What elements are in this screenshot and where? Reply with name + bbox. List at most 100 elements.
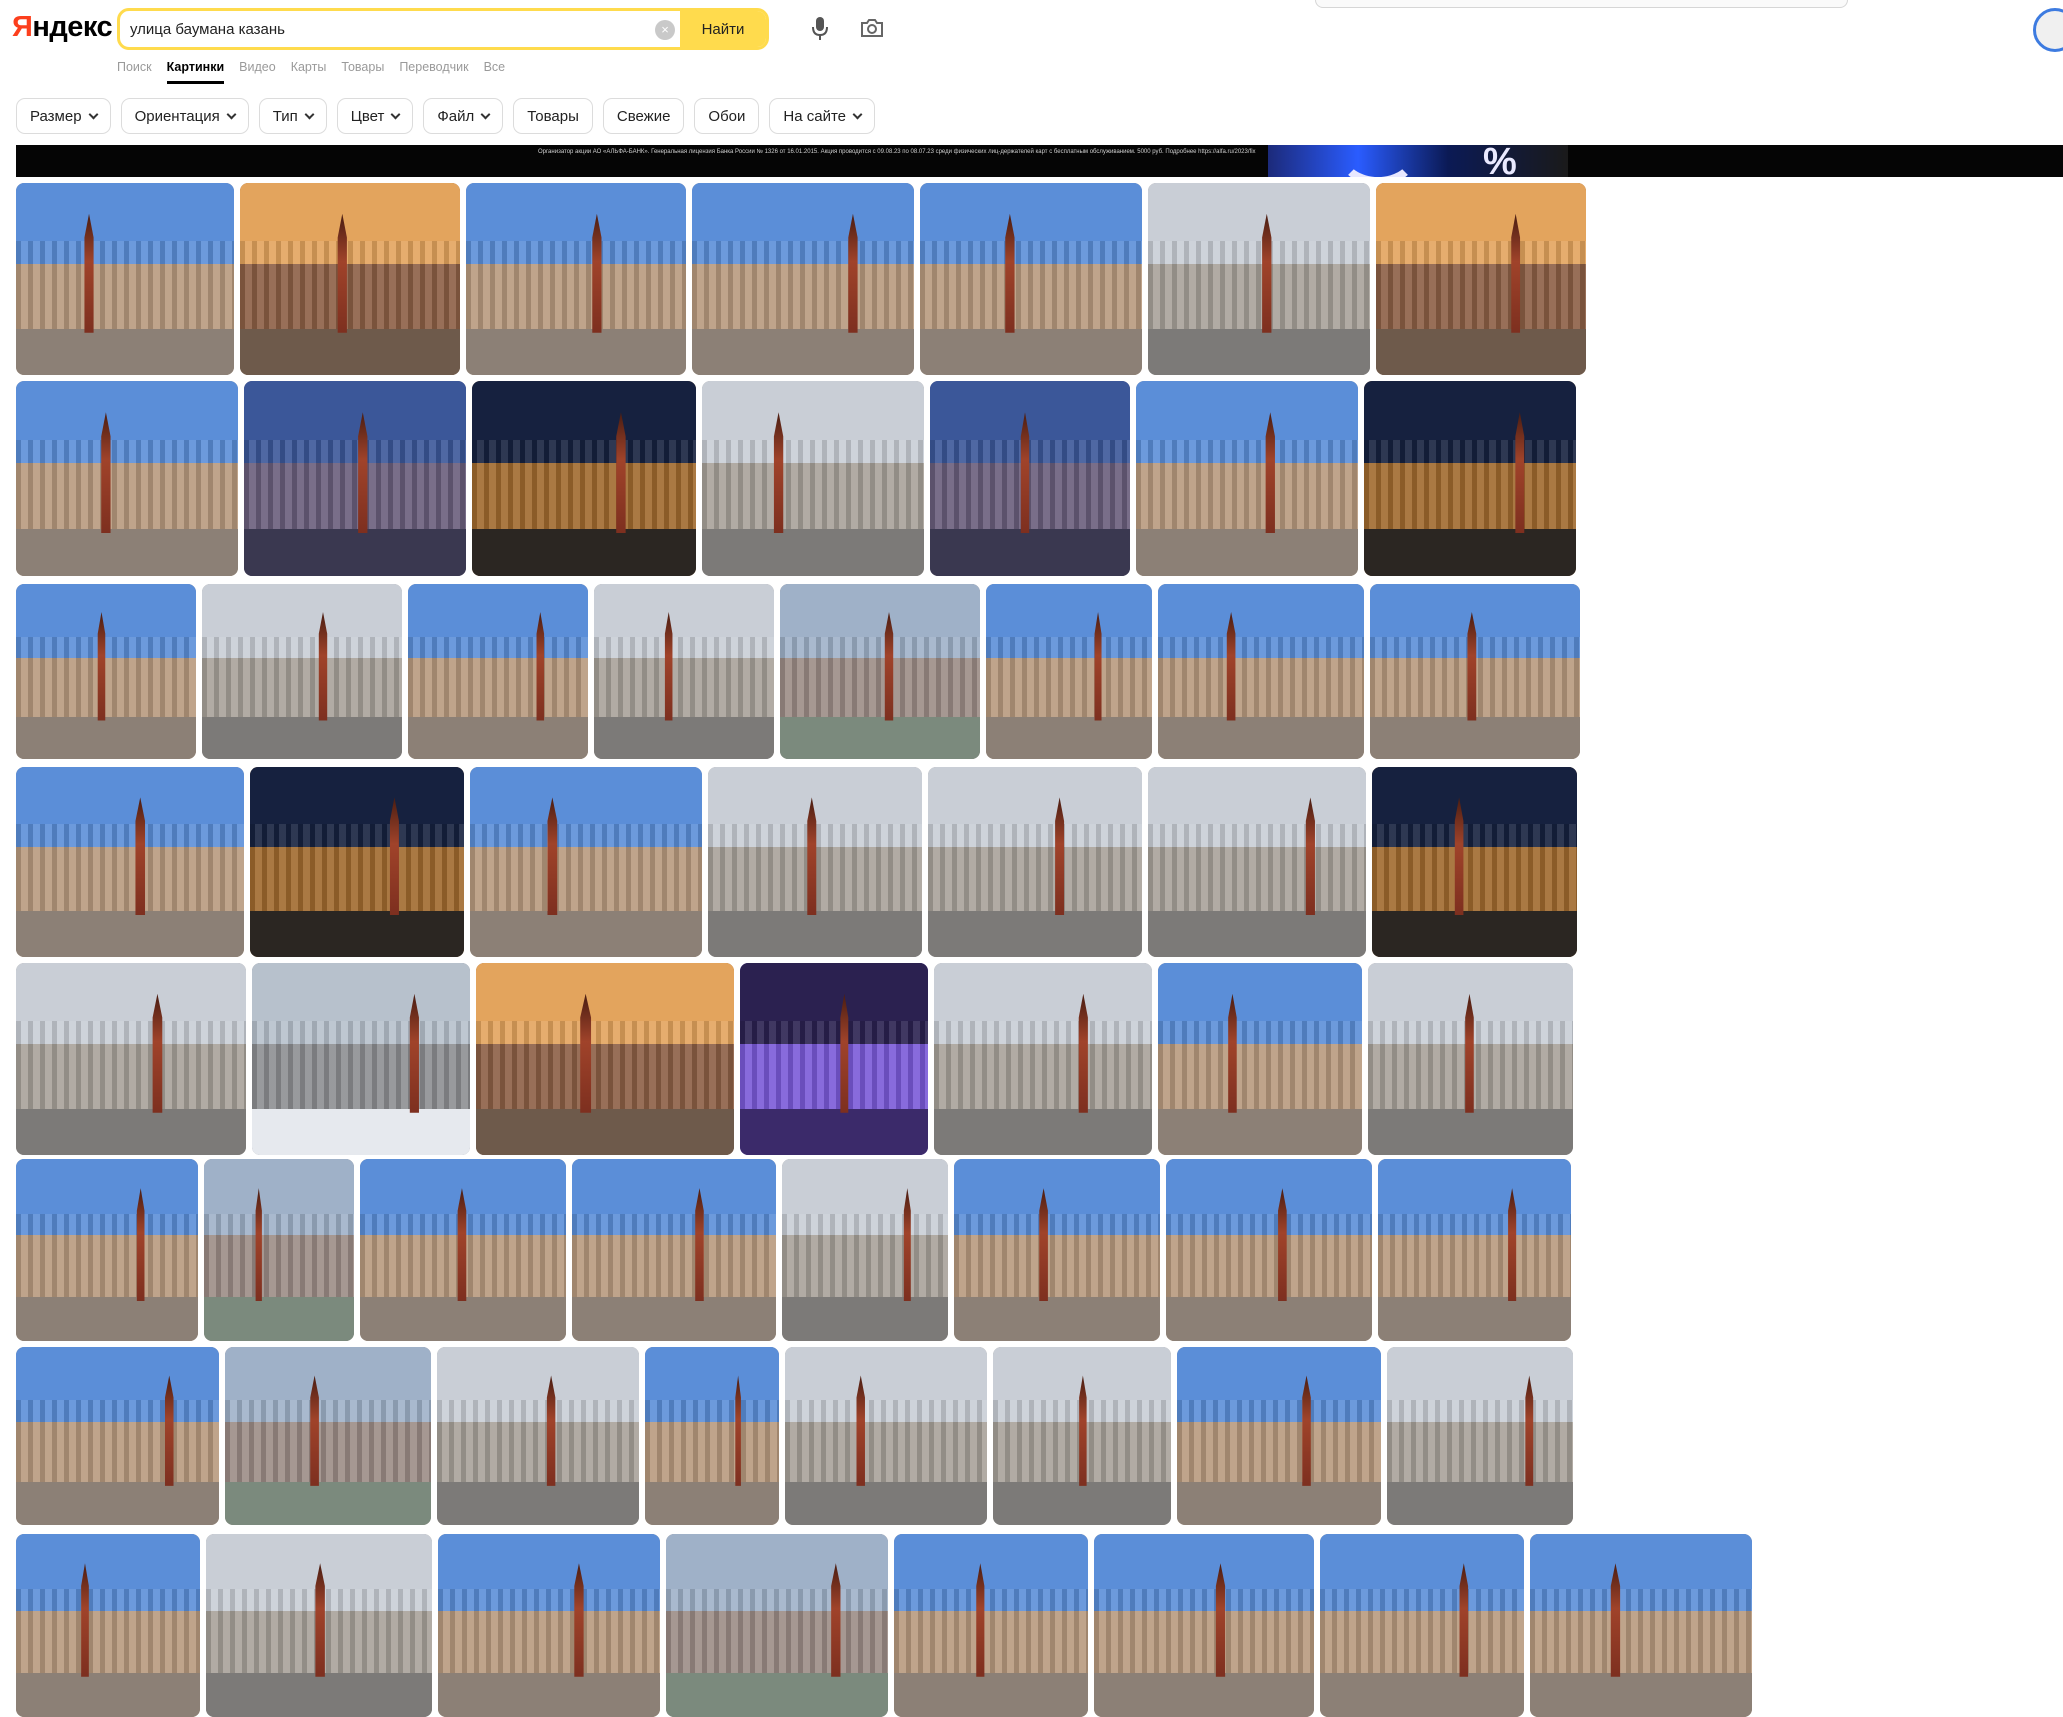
image-street — [702, 529, 924, 576]
image-result[interactable] — [16, 1159, 198, 1341]
image-result[interactable] — [1148, 183, 1370, 375]
image-result[interactable] — [202, 584, 402, 759]
image-result[interactable] — [1177, 1347, 1381, 1525]
image-street — [740, 1108, 928, 1155]
image-result[interactable] — [1376, 183, 1586, 375]
image-result[interactable] — [472, 381, 696, 576]
image-buildings — [934, 1020, 1152, 1113]
image-result[interactable] — [594, 584, 774, 759]
image-result[interactable] — [894, 1534, 1088, 1717]
image-result[interactable] — [16, 183, 234, 375]
image-street — [645, 1482, 779, 1525]
image-result[interactable] — [476, 963, 734, 1155]
image-street — [1378, 1297, 1571, 1341]
image-result[interactable] — [1530, 1534, 1752, 1717]
image-buildings — [16, 824, 244, 916]
image-result[interactable] — [692, 183, 914, 375]
image-result[interactable] — [204, 1159, 354, 1341]
image-buildings — [780, 636, 980, 721]
image-result[interactable] — [1378, 1159, 1571, 1341]
image-result[interactable] — [470, 767, 702, 957]
image-result[interactable] — [920, 183, 1142, 375]
image-buildings — [202, 636, 402, 721]
image-result[interactable] — [16, 584, 196, 759]
image-buildings — [252, 1020, 470, 1113]
image-buildings — [785, 1400, 987, 1486]
image-result[interactable] — [702, 381, 924, 576]
image-street — [408, 717, 588, 759]
image-result[interactable] — [1370, 584, 1580, 759]
image-result[interactable] — [16, 381, 238, 576]
image-street — [1136, 529, 1358, 576]
image-buildings — [930, 439, 1130, 534]
image-result[interactable] — [360, 1159, 566, 1341]
image-result[interactable] — [225, 1347, 431, 1525]
image-result[interactable] — [206, 1534, 432, 1717]
image-result[interactable] — [252, 963, 470, 1155]
image-result[interactable] — [1158, 584, 1364, 759]
image-result[interactable] — [780, 584, 980, 759]
image-buildings — [894, 1588, 1088, 1677]
image-street — [782, 1297, 948, 1341]
image-result[interactable] — [16, 1347, 219, 1525]
image-street — [780, 717, 980, 759]
image-result[interactable] — [986, 584, 1152, 759]
image-street — [1148, 911, 1366, 957]
image-street — [240, 328, 460, 375]
image-result[interactable] — [1368, 963, 1573, 1155]
image-street — [993, 1482, 1171, 1525]
image-result[interactable] — [466, 183, 686, 375]
image-result[interactable] — [1387, 1347, 1573, 1525]
image-buildings — [1387, 1400, 1573, 1486]
image-buildings — [740, 1020, 928, 1113]
image-street — [954, 1297, 1160, 1341]
image-result[interactable] — [572, 1159, 776, 1341]
image-result[interactable] — [1320, 1534, 1524, 1717]
image-result[interactable] — [244, 381, 466, 576]
image-result[interactable] — [708, 767, 922, 957]
image-buildings — [928, 824, 1142, 916]
image-result[interactable] — [408, 584, 588, 759]
image-street — [438, 1673, 660, 1717]
image-result[interactable] — [438, 1534, 660, 1717]
image-result[interactable] — [16, 1534, 200, 1717]
image-result[interactable] — [1372, 767, 1577, 957]
image-result[interactable] — [1136, 381, 1358, 576]
image-result[interactable] — [250, 767, 464, 957]
image-result[interactable] — [666, 1534, 888, 1717]
image-buildings — [204, 1213, 354, 1301]
image-street — [692, 328, 914, 375]
image-result[interactable] — [930, 381, 1130, 576]
image-street — [244, 529, 466, 576]
image-buildings — [1378, 1213, 1571, 1301]
image-street — [1166, 1297, 1372, 1341]
image-buildings — [594, 636, 774, 721]
image-result[interactable] — [16, 767, 244, 957]
image-result[interactable] — [954, 1159, 1160, 1341]
image-result[interactable] — [240, 183, 460, 375]
image-street — [1387, 1482, 1573, 1525]
image-buildings — [250, 824, 464, 916]
image-result[interactable] — [740, 963, 928, 1155]
image-result[interactable] — [1158, 963, 1362, 1155]
image-street — [16, 717, 196, 759]
image-street — [928, 911, 1142, 957]
image-result[interactable] — [1166, 1159, 1372, 1341]
image-result[interactable] — [16, 963, 246, 1155]
image-street — [894, 1673, 1088, 1717]
image-result[interactable] — [782, 1159, 948, 1341]
image-result[interactable] — [993, 1347, 1171, 1525]
image-street — [1094, 1673, 1314, 1717]
image-result[interactable] — [1364, 381, 1576, 576]
image-street — [594, 717, 774, 759]
image-result[interactable] — [437, 1347, 639, 1525]
image-buildings — [16, 439, 238, 534]
image-result[interactable] — [1094, 1534, 1314, 1717]
image-result[interactable] — [928, 767, 1142, 957]
image-result[interactable] — [785, 1347, 987, 1525]
image-result[interactable] — [1148, 767, 1366, 957]
image-result[interactable] — [934, 963, 1152, 1155]
image-result[interactable] — [645, 1347, 779, 1525]
image-buildings — [920, 240, 1142, 333]
image-buildings — [472, 439, 696, 534]
